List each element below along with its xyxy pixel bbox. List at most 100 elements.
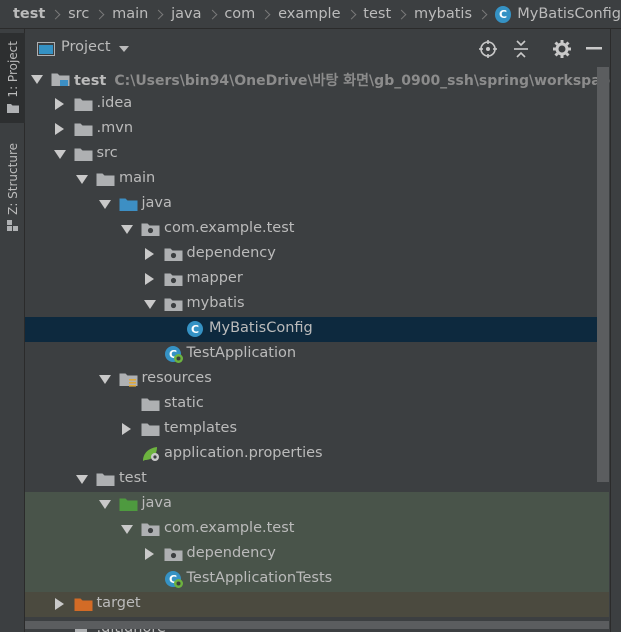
- tree-node-label: .idea: [96, 95, 133, 111]
- collapse-all-icon[interactable]: [513, 40, 529, 58]
- folder-icon: [141, 397, 160, 416]
- tree-node-label: MyBatisConfig: [209, 320, 313, 336]
- collapse-arrow-icon[interactable]: [54, 598, 64, 610]
- folder-icon: [74, 97, 93, 116]
- expand-arrow-icon[interactable]: [76, 175, 88, 184]
- tree-node[interactable]: mapper: [25, 267, 609, 292]
- navigation-breadcrumb: test src main java com example test mybatis C MyB…: [0, 0, 621, 29]
- locate-icon[interactable]: [479, 40, 497, 58]
- folder-icon: [74, 147, 93, 166]
- collapse-arrow-icon[interactable]: [54, 98, 64, 110]
- tree-node[interactable]: target: [25, 592, 609, 617]
- project-tool-tab[interactable]: 1: Project: [0, 33, 25, 123]
- expand-arrow-icon[interactable]: [98, 200, 111, 209]
- breadcrumb-item[interactable]: example: [278, 6, 340, 22]
- project-panel-header: Project: [25, 29, 621, 69]
- expand-arrow-icon[interactable]: [121, 225, 133, 234]
- collapse-arrow-icon[interactable]: [144, 273, 154, 285]
- tree-node[interactable]: com.example.test: [25, 517, 609, 542]
- breadcrumb-separator-icon: [396, 9, 407, 19]
- breadcrumb-item[interactable]: com: [224, 6, 255, 22]
- folder-icon: [96, 472, 115, 491]
- tree-node[interactable]: com.example.test: [25, 217, 609, 242]
- structure-tab-label: Z: Structure: [5, 143, 20, 215]
- tree-node-label: TestApplication: [186, 345, 297, 361]
- spring-class-icon: C: [164, 345, 184, 368]
- view-dropdown-icon[interactable]: [119, 46, 129, 52]
- tree-node-label: mybatis: [186, 295, 245, 311]
- resources-folder-icon: [119, 372, 138, 391]
- tree-node-label: static: [164, 395, 204, 411]
- module-path: C:\Users\bin94\OneDrive\바탕 화면\gb_0900_ss…: [114, 73, 621, 89]
- breadcrumb-item[interactable]: MyBatisConfig: [517, 6, 621, 22]
- module-folder-icon: [51, 72, 70, 91]
- tree-node[interactable]: java: [25, 192, 609, 217]
- project-tree[interactable]: test C:\Users\bin94\OneDrive\바탕 화면\gb_090…: [25, 67, 621, 632]
- tree-node[interactable]: application.properties: [25, 442, 609, 467]
- vertical-scrollbar[interactable]: [597, 67, 609, 482]
- folder-icon: [6, 103, 19, 113]
- collapse-arrow-icon[interactable]: [144, 248, 154, 260]
- excluded-folder-icon: [74, 597, 93, 616]
- tree-node-label: mapper: [186, 270, 243, 286]
- package-icon: [141, 222, 160, 241]
- breadcrumb-separator-icon: [94, 9, 105, 19]
- tree-node[interactable]: C MyBatisConfig: [25, 317, 609, 342]
- tree-node-label: main: [119, 170, 156, 186]
- spring-class-icon: C: [164, 570, 184, 593]
- gear-icon[interactable]: [553, 40, 571, 58]
- expand-arrow-icon[interactable]: [53, 150, 66, 159]
- svg-text:C: C: [191, 323, 199, 336]
- tree-node[interactable]: .idea: [25, 92, 609, 117]
- tree-node-label: com.example.test: [164, 520, 295, 536]
- breadcrumb-item[interactable]: mybatis: [414, 6, 472, 22]
- expand-arrow-icon[interactable]: [143, 300, 156, 309]
- tree-node-label: .mvn: [96, 120, 134, 136]
- tree-node[interactable]: .mvn: [25, 117, 609, 142]
- right-tool-window-bar: [610, 29, 621, 632]
- minimize-icon[interactable]: [586, 47, 602, 51]
- tree-node[interactable]: test C:\Users\bin94\OneDrive\바탕 화면\gb_090…: [25, 67, 621, 92]
- expand-arrow-icon[interactable]: [98, 375, 111, 384]
- test-source-folder-icon: [119, 497, 138, 516]
- package-icon: [141, 522, 160, 541]
- structure-icon: [6, 219, 18, 231]
- folder-icon: [141, 422, 160, 441]
- tree-node[interactable]: main: [25, 167, 609, 192]
- expand-arrow-icon[interactable]: [98, 500, 111, 509]
- tree-node[interactable]: static: [25, 392, 609, 417]
- tree-node[interactable]: src: [25, 142, 609, 167]
- tree-node[interactable]: dependency: [25, 242, 609, 267]
- tree-node[interactable]: resources: [25, 367, 609, 392]
- collapse-arrow-icon[interactable]: [54, 123, 64, 135]
- horizontal-scrollbar[interactable]: [25, 618, 609, 632]
- collapse-arrow-icon[interactable]: [144, 548, 154, 560]
- expand-arrow-icon[interactable]: [31, 75, 43, 84]
- class-icon: C: [186, 320, 204, 342]
- tree-node[interactable]: dependency: [25, 542, 609, 567]
- breadcrumb-item[interactable]: test: [13, 6, 45, 22]
- left-tool-window-bar: 1: Project Z: Structure: [0, 29, 25, 632]
- package-icon: [164, 547, 183, 566]
- panel-title[interactable]: Project: [61, 39, 111, 55]
- breadcrumb-item[interactable]: test: [363, 6, 391, 22]
- structure-tool-tab[interactable]: Z: Structure: [0, 137, 25, 237]
- tree-node-label: src: [96, 145, 118, 161]
- tree-node[interactable]: C TestApplicationTests: [25, 567, 609, 592]
- tree-node[interactable]: test: [25, 467, 609, 492]
- tree-node-label: test: [119, 470, 147, 486]
- breadcrumb-separator-icon: [260, 9, 271, 19]
- spring-properties-icon: [141, 445, 161, 467]
- tree-node[interactable]: mybatis: [25, 292, 609, 317]
- horizontal-scroll-thumb[interactable]: [25, 621, 609, 629]
- project-tab-label: 1: Project: [5, 41, 20, 98]
- collapse-arrow-icon[interactable]: [122, 423, 131, 435]
- breadcrumb-item[interactable]: main: [112, 6, 148, 22]
- breadcrumb-item[interactable]: src: [68, 6, 89, 22]
- breadcrumb-item[interactable]: java: [171, 6, 201, 22]
- expand-arrow-icon[interactable]: [121, 525, 133, 534]
- tree-node[interactable]: java: [25, 492, 609, 517]
- expand-arrow-icon[interactable]: [76, 475, 88, 484]
- tree-node[interactable]: templates: [25, 417, 609, 442]
- tree-node[interactable]: C TestApplication: [25, 342, 609, 367]
